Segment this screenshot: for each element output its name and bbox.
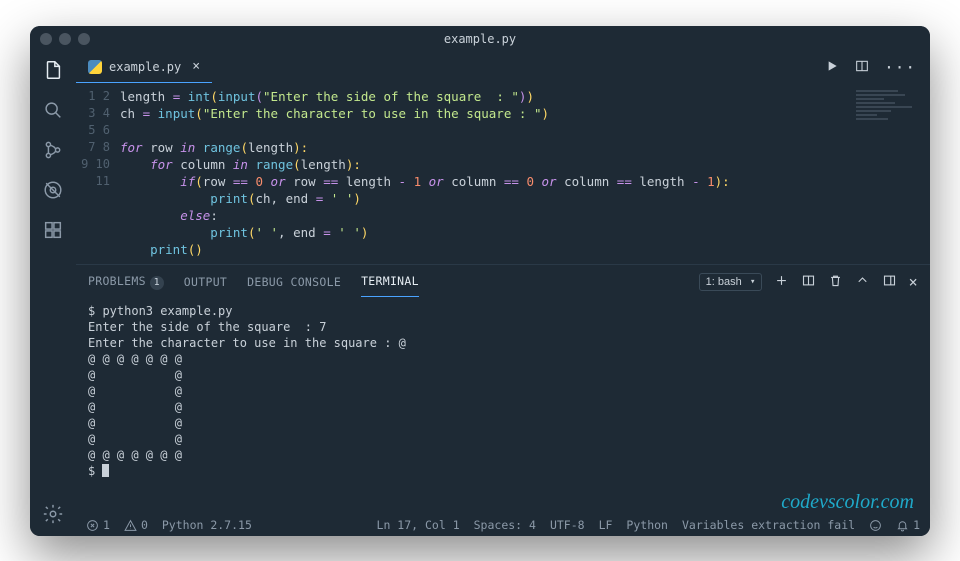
tab-output[interactable]: OUTPUT (184, 267, 227, 297)
status-notifications[interactable]: 1 (896, 518, 920, 532)
titlebar: example.py (30, 26, 930, 52)
new-terminal-icon[interactable] (774, 273, 789, 291)
close-icon[interactable]: × (192, 59, 200, 74)
problems-badge: 1 (150, 276, 164, 290)
terminal-cursor (102, 464, 109, 477)
status-eol[interactable]: LF (599, 518, 613, 532)
tab-problems[interactable]: PROBLEMS1 (88, 266, 164, 298)
status-indent[interactable]: Spaces: 4 (474, 518, 536, 532)
source-control-icon[interactable] (41, 138, 65, 162)
editor-window: example.py (30, 26, 930, 536)
split-editor-icon[interactable] (854, 58, 870, 77)
main-area: example.py × ··· 1 2 3 4 5 6 7 8 9 10 11… (76, 52, 930, 536)
status-errors[interactable]: 1 (86, 518, 110, 532)
line-number-gutter: 1 2 3 4 5 6 7 8 9 10 11 (76, 88, 120, 258)
terminal-output[interactable]: $ python3 example.py Enter the side of t… (76, 299, 930, 514)
panel-actions: 1: bash × (699, 273, 918, 291)
search-icon[interactable] (41, 98, 65, 122)
tab-terminal[interactable]: TERMINAL (361, 266, 419, 297)
tab-debug-console[interactable]: DEBUG CONSOLE (247, 267, 341, 297)
tab-bar: example.py × ··· (76, 52, 930, 84)
status-language[interactable]: Python (626, 518, 668, 532)
status-cursor-position[interactable]: Ln 17, Col 1 (377, 518, 460, 532)
status-feedback-icon[interactable] (869, 519, 882, 532)
status-encoding[interactable]: UTF-8 (550, 518, 585, 532)
status-lint[interactable]: Variables extraction fail (682, 518, 855, 532)
panel-tab-bar: PROBLEMS1 OUTPUT DEBUG CONSOLE TERMINAL … (76, 265, 930, 299)
maximize-panel-icon[interactable] (855, 273, 870, 291)
code-content[interactable]: length = int(input("Enter the side of th… (120, 88, 930, 258)
status-python-version[interactable]: Python 2.7.15 (162, 518, 252, 532)
window-body: example.py × ··· 1 2 3 4 5 6 7 8 9 10 11… (30, 52, 930, 536)
close-panel-icon[interactable]: × (909, 273, 918, 291)
explorer-icon[interactable] (41, 58, 65, 82)
activity-bar (30, 52, 76, 536)
watermark: codevscolor.com (781, 494, 914, 510)
toggle-panel-icon[interactable] (882, 273, 897, 291)
terminal-selector[interactable]: 1: bash (699, 273, 762, 291)
python-file-icon (88, 60, 102, 74)
debug-icon[interactable] (41, 178, 65, 202)
tab-actions: ··· (824, 52, 930, 83)
code-editor[interactable]: 1 2 3 4 5 6 7 8 9 10 11 length = int(inp… (76, 84, 930, 264)
settings-gear-icon[interactable] (41, 502, 65, 526)
kill-terminal-icon[interactable] (828, 273, 843, 291)
split-terminal-icon[interactable] (801, 273, 816, 291)
status-warnings[interactable]: 0 (124, 518, 148, 532)
bottom-panel: PROBLEMS1 OUTPUT DEBUG CONSOLE TERMINAL … (76, 264, 930, 514)
more-actions-icon[interactable]: ··· (884, 58, 916, 77)
run-icon[interactable] (824, 58, 840, 77)
tab-label: example.py (109, 60, 181, 74)
window-title: example.py (30, 32, 930, 46)
status-bar: 1 0 Python 2.7.15 Ln 17, Col 1 Spaces: 4… (76, 514, 930, 536)
tab-example-py[interactable]: example.py × (76, 52, 212, 83)
extensions-icon[interactable] (41, 218, 65, 242)
